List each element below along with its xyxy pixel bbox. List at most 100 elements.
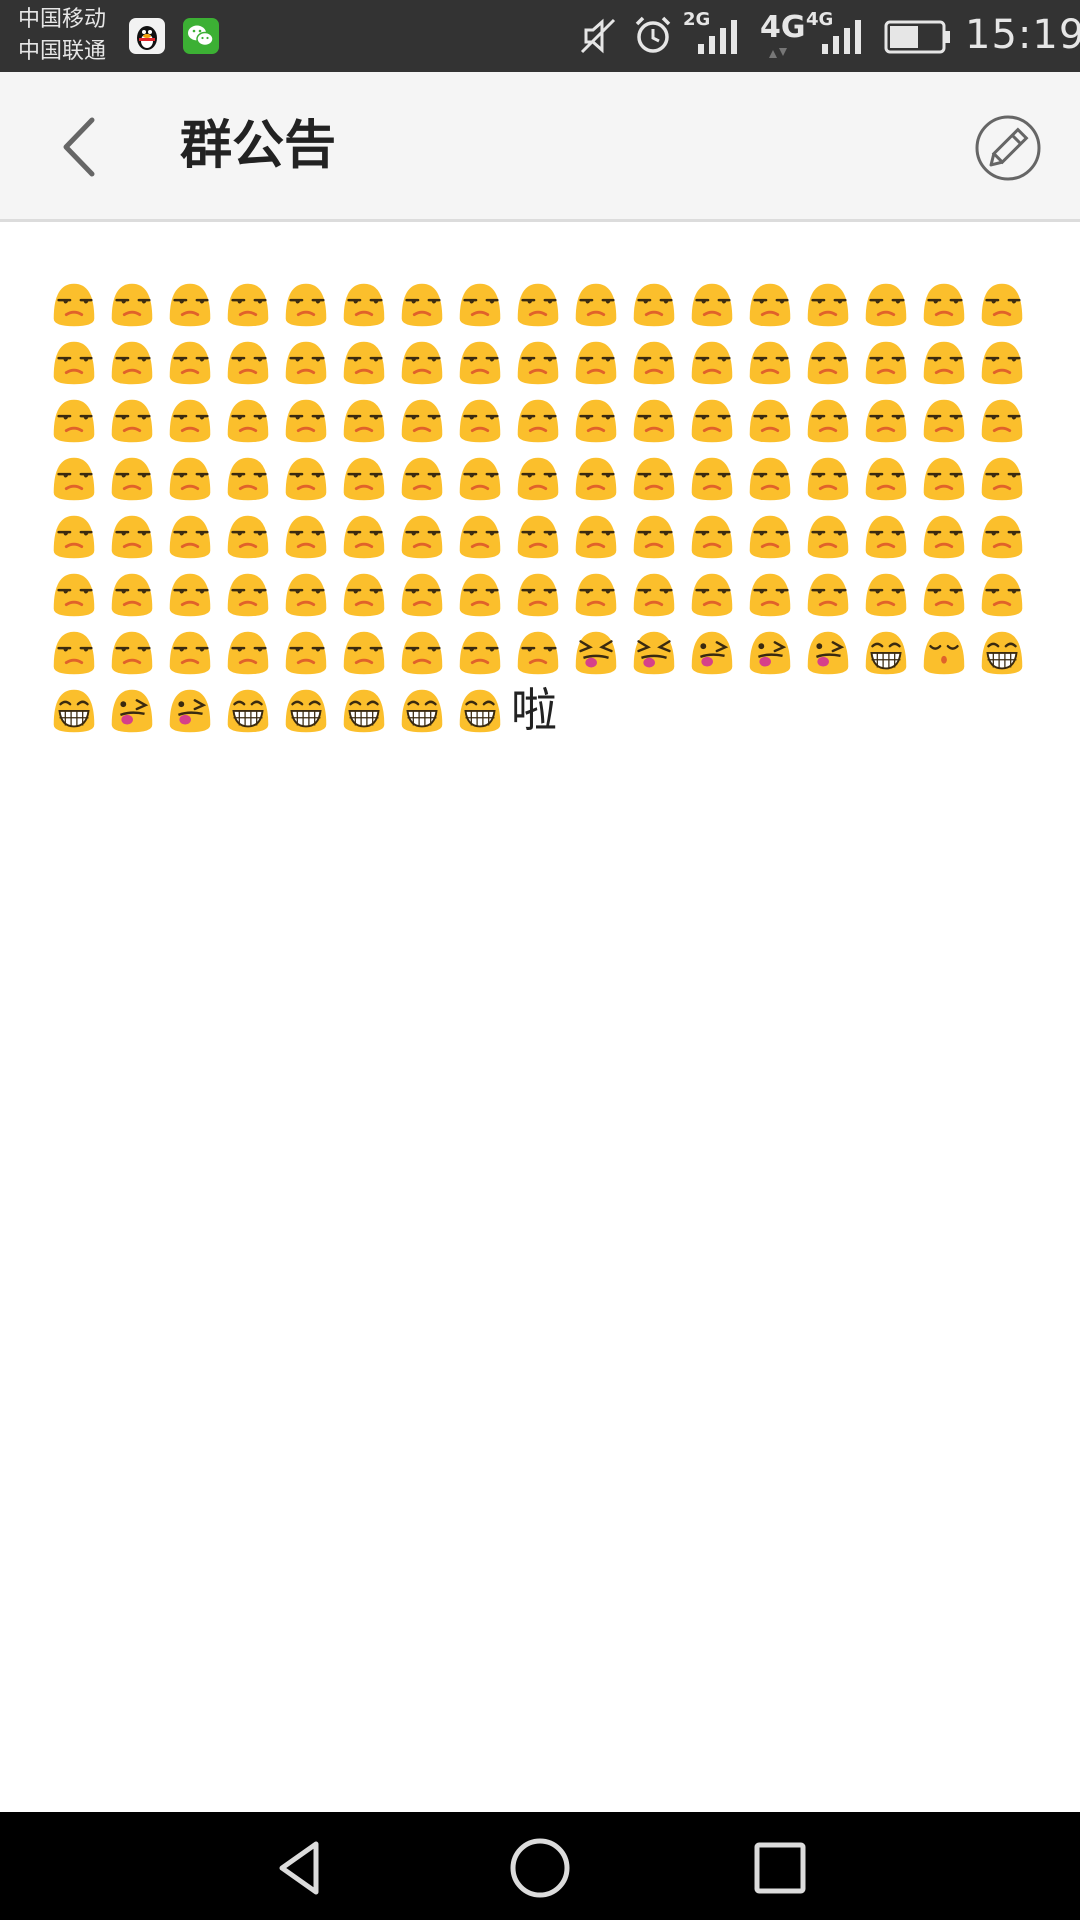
unamused-emoji-icon (509, 449, 567, 507)
back-button[interactable] (48, 112, 112, 182)
network-type-2: 4G (760, 10, 806, 45)
unamused-emoji-icon (973, 391, 1031, 449)
home-circle-icon (510, 1838, 570, 1898)
unamused-emoji-icon (335, 391, 393, 449)
unamused-emoji-icon (915, 449, 973, 507)
unamused-emoji-icon (277, 275, 335, 333)
unamused-emoji-icon (335, 333, 393, 391)
unamused-emoji-icon (683, 449, 741, 507)
grin-emoji-icon (277, 681, 335, 739)
unamused-emoji-icon (219, 391, 277, 449)
unamused-emoji-icon (625, 449, 683, 507)
unamused-emoji-icon (45, 507, 103, 565)
chevron-left-icon (63, 117, 95, 177)
unamused-emoji-icon (915, 565, 973, 623)
unamused-emoji-icon (683, 333, 741, 391)
unamused-emoji-icon (393, 565, 451, 623)
kiss-emoji-icon (915, 623, 973, 681)
wink-tongue-emoji-icon (103, 681, 161, 739)
unamused-emoji-icon (103, 565, 161, 623)
unamused-emoji-icon (277, 623, 335, 681)
carrier-2: 中国联通 (18, 39, 107, 64)
unamused-emoji-icon (857, 391, 915, 449)
unamused-emoji-icon (973, 507, 1031, 565)
unamused-emoji-icon (219, 507, 277, 565)
unamused-emoji-icon (451, 565, 509, 623)
unamused-emoji-icon (509, 391, 567, 449)
unamused-emoji-icon (857, 333, 915, 391)
unamused-emoji-icon (741, 449, 799, 507)
grin-emoji-icon (45, 681, 103, 739)
unamused-emoji-icon (103, 507, 161, 565)
unamused-emoji-icon (973, 565, 1031, 623)
unamused-emoji-icon (45, 565, 103, 623)
unamused-emoji-icon (103, 275, 161, 333)
unamused-emoji-icon (45, 333, 103, 391)
unamused-emoji-icon (973, 333, 1031, 391)
announcement-text: 啦 (45, 275, 1035, 739)
unamused-emoji-icon (219, 449, 277, 507)
unamused-emoji-icon (219, 565, 277, 623)
unamused-emoji-icon (393, 391, 451, 449)
unamused-emoji-icon (393, 449, 451, 507)
unamused-emoji-icon (509, 565, 567, 623)
unamused-emoji-icon (393, 623, 451, 681)
grin-emoji-icon (451, 681, 509, 739)
unamused-emoji-icon (915, 391, 973, 449)
unamused-emoji-icon (567, 507, 625, 565)
unamused-emoji-icon (161, 565, 219, 623)
unamused-emoji-icon (567, 333, 625, 391)
unamused-emoji-icon (567, 275, 625, 333)
unamused-emoji-icon (161, 333, 219, 391)
battery-icon (884, 20, 950, 54)
unamused-emoji-icon (625, 275, 683, 333)
unamused-emoji-icon (683, 507, 741, 565)
unamused-emoji-icon (799, 391, 857, 449)
unamused-emoji-icon (741, 391, 799, 449)
unamused-emoji-icon (161, 507, 219, 565)
nav-home-button[interactable] (508, 1836, 572, 1900)
unamused-emoji-icon (509, 275, 567, 333)
unamused-emoji-icon (915, 507, 973, 565)
pencil-icon (975, 115, 1041, 181)
unamused-emoji-icon (625, 507, 683, 565)
unamused-emoji-icon (393, 275, 451, 333)
unamused-emoji-icon (799, 449, 857, 507)
unamused-emoji-icon (857, 507, 915, 565)
nav-recents-button[interactable] (748, 1836, 812, 1900)
unamused-emoji-icon (625, 333, 683, 391)
unamused-emoji-icon (683, 565, 741, 623)
mute-icon (580, 18, 616, 54)
unamused-emoji-icon (219, 275, 277, 333)
wink-tongue-emoji-icon (161, 681, 219, 739)
unamused-emoji-icon (277, 565, 335, 623)
unamused-emoji-icon (799, 333, 857, 391)
app-bar: 群公告 (0, 72, 1080, 222)
wechat-icon (183, 18, 219, 54)
unamused-emoji-icon (973, 275, 1031, 333)
announcement-suffix: 啦 (511, 683, 557, 737)
unamused-emoji-icon (567, 391, 625, 449)
grin-emoji-icon (219, 681, 277, 739)
nav-back-button[interactable] (268, 1836, 332, 1900)
unamused-emoji-icon (683, 391, 741, 449)
unamused-emoji-icon (451, 333, 509, 391)
signal-icon-2 (822, 20, 861, 54)
wink-tongue-emoji-icon (683, 623, 741, 681)
edit-button[interactable] (974, 114, 1042, 182)
unamused-emoji-icon (451, 391, 509, 449)
wink-tongue-emoji-icon (741, 623, 799, 681)
data-arrows-icon (769, 48, 787, 58)
unamused-emoji-icon (915, 275, 973, 333)
unamused-emoji-icon (45, 623, 103, 681)
unamused-emoji-icon (161, 449, 219, 507)
unamused-emoji-icon (45, 449, 103, 507)
unamused-emoji-icon (219, 333, 277, 391)
unamused-emoji-icon (161, 275, 219, 333)
unamused-emoji-icon (683, 275, 741, 333)
page-title: 群公告 (180, 116, 337, 176)
unamused-emoji-icon (509, 507, 567, 565)
unamused-emoji-icon (45, 391, 103, 449)
unamused-emoji-icon (741, 333, 799, 391)
unamused-emoji-icon (799, 275, 857, 333)
